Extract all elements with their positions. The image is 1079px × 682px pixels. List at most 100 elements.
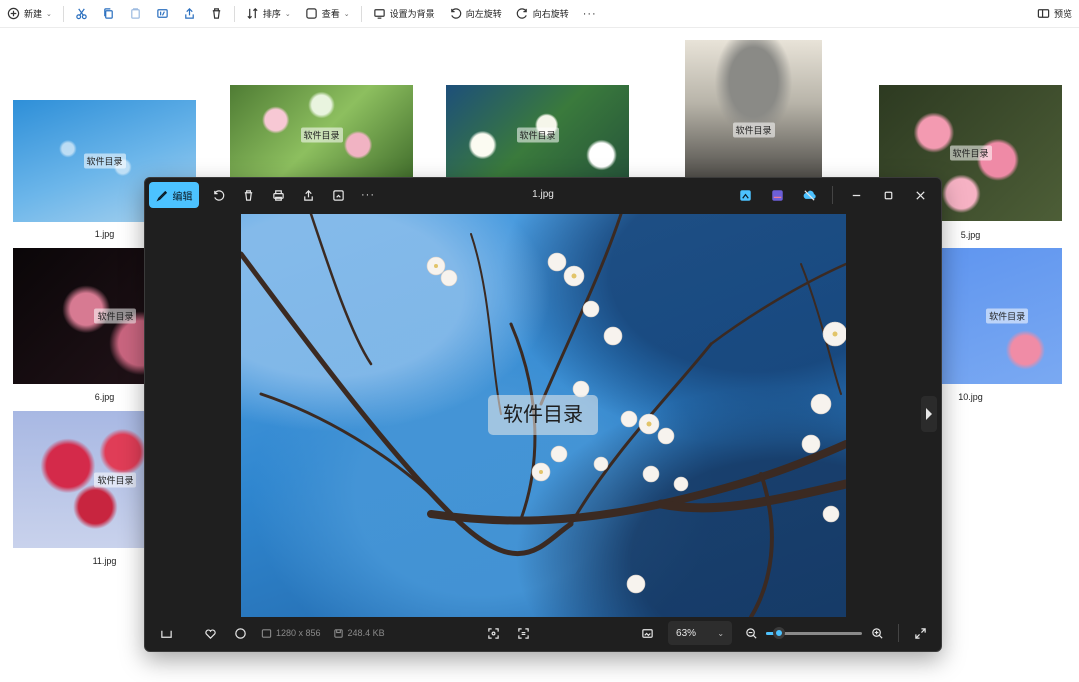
sort-icon (247, 8, 258, 19)
sort-button[interactable]: 排序 ⌄ (239, 3, 298, 25)
zoom-out-icon (745, 627, 757, 639)
rotate-left-button[interactable]: 向左旋转 (442, 3, 509, 25)
rename-button[interactable] (149, 3, 176, 25)
minimize-icon (852, 194, 860, 196)
thumbnail-watermark: 软件目录 (94, 308, 137, 324)
rotate-right-button[interactable]: 向右旋转 (509, 3, 576, 25)
zoom-out-button[interactable] (736, 620, 766, 646)
new-button[interactable]: 新建 ⌄ (0, 3, 59, 25)
maximize-icon (884, 191, 892, 199)
designer-icon (771, 189, 783, 201)
delete-button[interactable] (233, 182, 263, 208)
next-image-button[interactable] (921, 396, 937, 432)
copy-button[interactable] (95, 3, 122, 25)
title-divider (832, 186, 833, 204)
text-scan-icon (518, 627, 529, 639)
crop-scan-button[interactable] (478, 620, 508, 646)
disk-icon (333, 628, 343, 638)
close-button[interactable] (905, 182, 935, 208)
preview-pane-icon (1037, 9, 1050, 18)
chevron-down-icon: ⌄ (46, 10, 52, 18)
filesize-text: 248.4 KB (347, 628, 385, 638)
zoom-level-dropdown[interactable]: 63% ⌄ (668, 621, 733, 645)
toolbar-divider (360, 5, 362, 22)
thumbnail-watermark: 软件目录 (986, 308, 1029, 324)
favorite-button[interactable] (195, 620, 225, 646)
share-icon (185, 8, 194, 19)
minimize-button[interactable] (841, 182, 871, 208)
plus-circle-icon (7, 7, 20, 20)
main-photo[interactable]: 软件目录 (241, 214, 846, 617)
new-label: 新建 (24, 9, 43, 19)
share-button[interactable] (293, 182, 323, 208)
thumbnail-4[interactable]: 软件目录 (685, 40, 822, 180)
thumbnail-watermark: 软件目录 (94, 472, 137, 487)
slideshow-button[interactable] (323, 182, 353, 208)
text-recognition-button[interactable] (508, 620, 538, 646)
explorer-toolbar: 新建 ⌄ 排序 ⌄ 查看 ⌄ 设置为背景 向左旋转 向右旋转 ··· 预览 (0, 0, 1079, 28)
rotate-button[interactable] (203, 182, 233, 208)
fit-to-window-button[interactable] (632, 620, 662, 646)
preview-pane-button[interactable]: 预览 (1030, 3, 1079, 25)
view-label: 查看 (321, 9, 340, 19)
more-options-button[interactable]: ··· (576, 3, 604, 25)
printer-icon (272, 189, 284, 201)
print-button[interactable] (263, 182, 293, 208)
paste-icon (131, 8, 140, 19)
thumbnail-3[interactable]: 软件目录 (446, 85, 629, 185)
dimensions-text: 1280 x 856 (276, 628, 321, 638)
image-dimensions: 1280 x 856 (261, 628, 321, 639)
designer-button[interactable] (762, 182, 792, 208)
maximize-button[interactable] (873, 182, 903, 208)
scissors-icon (76, 8, 87, 20)
fullscreen-icon (914, 627, 926, 639)
desktop-background-icon (373, 9, 385, 19)
cloud-off-icon (803, 189, 816, 201)
chevron-down-icon: ⌄ (343, 10, 350, 18)
set-background-button[interactable]: 设置为背景 (366, 3, 442, 25)
scan-icon (488, 627, 499, 639)
chevron-down-icon: ⌄ (284, 10, 291, 18)
viewer-bottom-bar: 1280 x 856 248.4 KB 63% ⌄ (145, 615, 941, 651)
paste-button[interactable] (122, 3, 149, 25)
info-circle-icon (234, 627, 246, 639)
zoom-level-text: 63% (676, 627, 697, 639)
zoom-slider[interactable] (766, 626, 863, 640)
copy-icon (104, 8, 113, 19)
rotate-right-icon (516, 8, 527, 19)
edit-button[interactable]: 编辑 (149, 182, 199, 208)
zoom-in-button[interactable] (862, 620, 892, 646)
photo-watermark: 软件目录 (488, 395, 598, 435)
fullscreen-button[interactable] (905, 620, 935, 646)
set-background-label: 设置为背景 (389, 9, 435, 19)
trash-icon (212, 8, 221, 19)
onedrive-button[interactable] (794, 182, 824, 208)
info-button[interactable] (225, 620, 255, 646)
preview-pane-label: 预览 (1053, 9, 1072, 19)
photo-viewer-window: 1.jpg 编辑 ··· 软件目录 1280 x 856 248.4 KB 63… (144, 177, 942, 652)
rotate-right-label: 向右旋转 (532, 9, 569, 19)
view-button[interactable]: 查看 ⌄ (298, 3, 357, 25)
edit-label: 编辑 (172, 191, 193, 203)
zoom-in-icon (871, 627, 883, 639)
window-controls (730, 182, 935, 208)
share-button[interactable] (176, 3, 203, 25)
thumbnail-2[interactable]: 软件目录 (230, 85, 413, 185)
visual-search-button[interactable] (730, 182, 760, 208)
thumbnail-watermark: 软件目录 (949, 145, 992, 161)
viewer-more-button[interactable]: ··· (353, 182, 383, 208)
chevron-right-icon (926, 408, 932, 420)
thumbnail-watermark: 软件目录 (516, 127, 559, 143)
fit-window-icon (641, 628, 653, 638)
zoom-slider-thumb[interactable] (773, 627, 786, 639)
rotate-left-label: 向左旋转 (465, 9, 502, 19)
trash-icon (244, 189, 252, 201)
image-icon (261, 628, 272, 638)
filmstrip-button[interactable] (151, 620, 181, 646)
cut-button[interactable] (68, 3, 95, 25)
delete-button[interactable] (203, 3, 230, 25)
slideshow-icon (332, 189, 344, 201)
rotate-left-icon (450, 8, 461, 19)
filmstrip-icon (160, 630, 172, 638)
thumbnail-watermark: 软件目录 (83, 153, 126, 169)
